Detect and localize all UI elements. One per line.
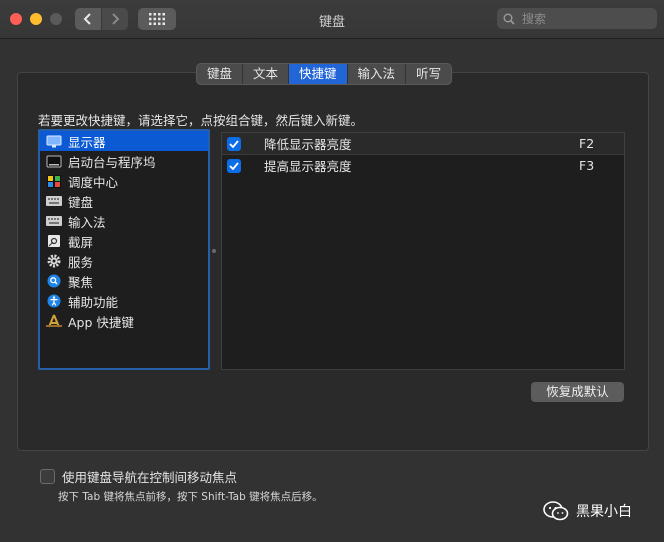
input-source-icon xyxy=(46,214,62,228)
category-item-spotlight[interactable]: 聚焦 xyxy=(40,271,208,291)
keyboard-navigation-label: 使用键盘导航在控制间移动焦点 xyxy=(62,470,238,485)
mission-control-icon xyxy=(46,174,62,188)
category-item-launchpad-dock[interactable]: 启动台与程序坞 xyxy=(40,151,208,171)
display-icon xyxy=(46,134,62,148)
shortcut-category-list[interactable]: 显示器 启动台与程序坞 调度中心 键盘 输入法 截屏 服务 聚焦 辅助功能 Ap… xyxy=(38,129,210,370)
category-label: 显示器 xyxy=(68,134,106,150)
title-bar: 键盘 xyxy=(0,0,664,39)
search-field[interactable] xyxy=(497,8,657,29)
keyboard-icon xyxy=(46,194,62,208)
spotlight-icon xyxy=(46,274,62,288)
app-shortcuts-icon xyxy=(46,314,62,328)
shortcut-enabled-checkbox[interactable] xyxy=(227,136,241,151)
keyboard-navigation-checkbox[interactable] xyxy=(40,469,55,484)
shortcut-table[interactable]: 降低显示器亮度 F2 提高显示器亮度 F3 xyxy=(221,132,625,370)
watermark-text: 黑果小白 xyxy=(576,504,632,520)
checkmark-icon xyxy=(229,139,239,148)
category-label: 服务 xyxy=(68,254,94,270)
split-divider-handle[interactable] xyxy=(212,249,216,253)
restore-defaults-button[interactable]: 恢复成默认 xyxy=(531,382,624,402)
tab-input-sources[interactable]: 输入法 xyxy=(348,64,407,84)
category-label: 输入法 xyxy=(68,214,106,230)
tab-text[interactable]: 文本 xyxy=(243,64,290,84)
category-item-services[interactable]: 服务 xyxy=(40,251,208,271)
accessibility-icon xyxy=(46,294,62,308)
category-label: 调度中心 xyxy=(68,174,119,190)
shortcut-label: 提高显示器亮度 xyxy=(264,159,352,174)
instruction-text: 若要更改快捷键，请选择它，点按组合键，然后键入新键。 xyxy=(38,113,364,128)
keyboard-navigation-option[interactable]: 使用键盘导航在控制间移动焦点 xyxy=(40,467,237,486)
category-label: 聚焦 xyxy=(68,274,94,290)
shortcut-row[interactable]: 降低显示器亮度 F2 xyxy=(222,133,624,155)
keyboard-navigation-hint: 按下 Tab 键将焦点前移，按下 Shift-Tab 键将焦点后移。 xyxy=(58,491,323,503)
category-item-mission-control[interactable]: 调度中心 xyxy=(40,171,208,191)
shortcut-key[interactable]: F3 xyxy=(579,158,594,173)
shortcut-key[interactable]: F2 xyxy=(579,136,594,151)
category-label: 键盘 xyxy=(68,194,94,210)
tab-shortcuts[interactable]: 快捷键 xyxy=(289,64,348,84)
category-item-keyboard[interactable]: 键盘 xyxy=(40,191,208,211)
shortcut-label: 降低显示器亮度 xyxy=(264,137,352,152)
category-item-screenshots[interactable]: 截屏 xyxy=(40,231,208,251)
launchpad-dock-icon xyxy=(46,154,62,168)
screenshot-icon xyxy=(46,234,62,248)
shortcut-enabled-checkbox[interactable] xyxy=(227,158,241,173)
search-input[interactable] xyxy=(520,10,654,27)
tab-bar: 键盘 文本 快捷键 输入法 听写 xyxy=(196,63,453,85)
category-item-display[interactable]: 显示器 xyxy=(40,131,208,151)
wechat-logo-icon xyxy=(543,501,569,521)
tab-keyboard[interactable]: 键盘 xyxy=(197,64,244,84)
watermark: 黑果小白 xyxy=(543,501,632,521)
category-item-input-sources[interactable]: 输入法 xyxy=(40,211,208,231)
category-label: 启动台与程序坞 xyxy=(68,154,156,170)
category-label: App 快捷键 xyxy=(68,314,134,330)
category-item-app-shortcuts[interactable]: App 快捷键 xyxy=(40,311,208,331)
category-label: 辅助功能 xyxy=(68,294,119,310)
tab-dictation[interactable]: 听写 xyxy=(406,64,451,84)
shortcut-row[interactable]: 提高显示器亮度 F3 xyxy=(222,155,624,176)
category-label: 截屏 xyxy=(68,234,94,250)
search-icon xyxy=(503,13,515,25)
gear-icon xyxy=(46,254,62,268)
category-item-accessibility[interactable]: 辅助功能 xyxy=(40,291,208,311)
checkmark-icon xyxy=(229,161,239,170)
